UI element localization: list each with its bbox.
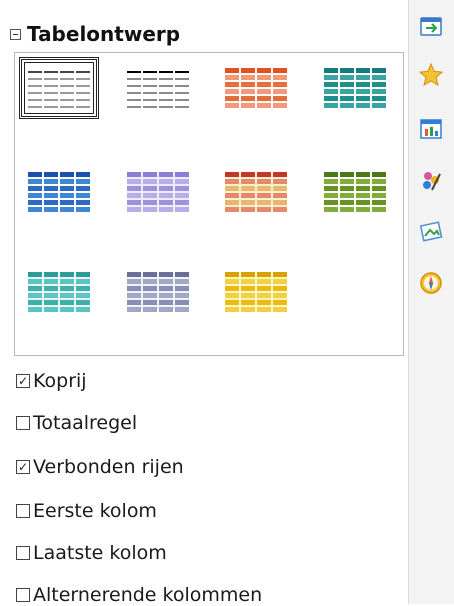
option-eerste-kolom[interactable]: Eerste kolom: [16, 500, 157, 522]
option-label: Alternerende kolommen: [33, 584, 263, 606]
checkbox[interactable]: [16, 416, 30, 430]
chart-icon[interactable]: [418, 116, 444, 142]
deck-title-label: Tabelontwerp: [27, 22, 181, 46]
collapse-icon[interactable]: [10, 28, 21, 40]
table-style-red-yellow[interactable]: [216, 161, 296, 223]
table-style-default[interactable]: [19, 57, 99, 119]
table-style-preview: [127, 172, 189, 212]
checkbox[interactable]: [16, 546, 30, 560]
table-style-preview: [324, 172, 386, 212]
table-style-preview: [28, 68, 90, 108]
table-style-preview: [127, 272, 189, 312]
table-style-preview: [225, 172, 287, 212]
table-style-yellow[interactable]: [216, 261, 296, 323]
properties-icon[interactable]: [418, 14, 444, 40]
checkbox[interactable]: [16, 504, 30, 518]
table-style-black[interactable]: [118, 57, 198, 119]
option-label: Laatste kolom: [33, 542, 167, 564]
star-icon[interactable]: [418, 62, 444, 88]
table-style-slate[interactable]: [118, 261, 198, 323]
table-style-preview: [324, 68, 386, 108]
table-style-preview: [225, 272, 287, 312]
table-style-preview: [28, 272, 90, 312]
table-style-lavender[interactable]: [118, 161, 198, 223]
sidebar-tab-bar: [408, 0, 454, 604]
table-style-preview: [225, 68, 287, 108]
table-design-panel: Tabelontwerp ✓ Koprij Totaalregel ✓ Verbonde…: [0, 0, 408, 606]
checkbox[interactable]: ✓: [16, 460, 30, 474]
styles-icon[interactable]: [418, 168, 444, 194]
table-style-teal[interactable]: [315, 57, 395, 119]
option-koprij[interactable]: ✓ Koprij: [16, 370, 87, 392]
option-label: Totaalregel: [33, 412, 138, 434]
navigator-icon[interactable]: [418, 270, 444, 296]
table-style-aqua[interactable]: [19, 261, 99, 323]
option-label: Eerste kolom: [33, 500, 157, 522]
deck-title[interactable]: Tabelontwerp: [10, 22, 180, 46]
option-verbonden-rijen[interactable]: ✓ Verbonden rijen: [16, 456, 184, 478]
option-totaalregel[interactable]: Totaalregel: [16, 412, 137, 434]
option-alternerende-kolommen[interactable]: Alternerende kolommen: [16, 584, 262, 606]
checkbox[interactable]: ✓: [16, 374, 30, 388]
table-style-grid: [14, 52, 404, 356]
option-laatste-kolom[interactable]: Laatste kolom: [16, 542, 167, 564]
option-label: Verbonden rijen: [33, 456, 184, 478]
table-style-preview: [127, 68, 189, 108]
table-style-olive[interactable]: [315, 161, 395, 223]
checkbox[interactable]: [16, 588, 30, 602]
table-style-blue[interactable]: [19, 161, 99, 223]
gallery-icon[interactable]: [418, 218, 444, 244]
table-style-orange[interactable]: [216, 57, 296, 119]
table-style-preview: [28, 172, 90, 212]
option-label: Koprij: [33, 370, 87, 392]
